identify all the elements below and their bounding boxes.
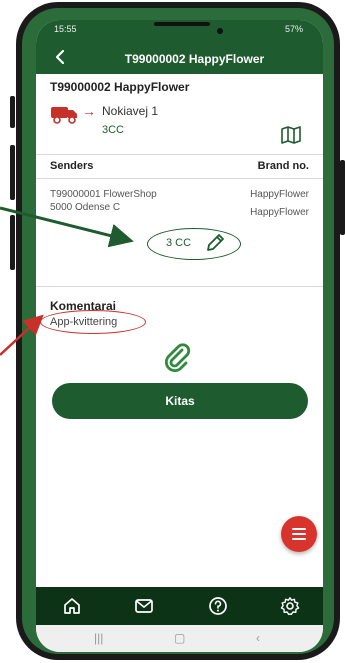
menu-icon (292, 538, 306, 540)
pencil-icon[interactable] (204, 232, 226, 254)
recent-apps-icon[interactable]: ||| (94, 631, 103, 645)
menu-fab-button[interactable] (281, 516, 317, 552)
front-camera (217, 28, 223, 34)
menu-icon (292, 528, 306, 530)
speaker-notch (154, 22, 210, 26)
status-time: 15:55 (54, 24, 77, 34)
menu-icon (292, 533, 306, 535)
help-icon[interactable] (208, 596, 228, 616)
sender-city: 5000 Odense C (50, 202, 121, 213)
settings-icon[interactable] (280, 596, 300, 616)
brand-value: HappyFlower (250, 207, 309, 218)
cc-code: 3CC (102, 124, 125, 136)
app-screen: 15:55 57% T99000002 HappyFlower T9900000… (36, 20, 323, 652)
route-arrow-icon: → (82, 103, 96, 119)
bottom-navigation (36, 587, 323, 625)
map-icon[interactable] (281, 126, 301, 144)
brand-column-header: Brand no. (257, 160, 309, 172)
phone-side-button (10, 145, 15, 200)
truck-icon (51, 107, 77, 124)
back-key-icon[interactable]: ‹ (256, 631, 260, 645)
phone-side-button (10, 96, 15, 128)
section-divider (36, 154, 323, 155)
kitas-button[interactable]: Kitas (52, 383, 308, 419)
status-battery: 57% (284, 24, 303, 34)
home-key-icon[interactable]: ▢ (174, 631, 185, 645)
cc-highlight-ring (147, 228, 241, 260)
back-arrow-icon[interactable] (50, 47, 70, 67)
section-divider (36, 286, 323, 287)
page-title: T99000002 HappyFlower (124, 52, 265, 66)
senders-column-header: Senders (50, 160, 94, 172)
status-bar: 15:55 57% (36, 20, 323, 40)
section-divider (36, 178, 323, 179)
order-title: T99000002 HappyFlower (50, 80, 190, 94)
order-card: T99000002 HappyFlower → Nokiavej 1 3CC S… (36, 74, 323, 607)
phone-side-button (10, 215, 15, 270)
home-icon[interactable] (62, 596, 82, 616)
brand-value: HappyFlower (250, 189, 309, 200)
paperclip-icon[interactable] (164, 343, 192, 373)
delivery-address: Nokiavej 1 (102, 104, 159, 118)
cc-count: 3 CC (166, 237, 192, 249)
mail-icon[interactable] (134, 596, 154, 616)
sender-name: T99000001 FlowerShop (50, 189, 157, 200)
phone-side-button (340, 160, 345, 235)
system-navigation-bar: ||| ▢ ‹ (36, 625, 323, 652)
comment-text: App-kvittering (50, 316, 118, 328)
